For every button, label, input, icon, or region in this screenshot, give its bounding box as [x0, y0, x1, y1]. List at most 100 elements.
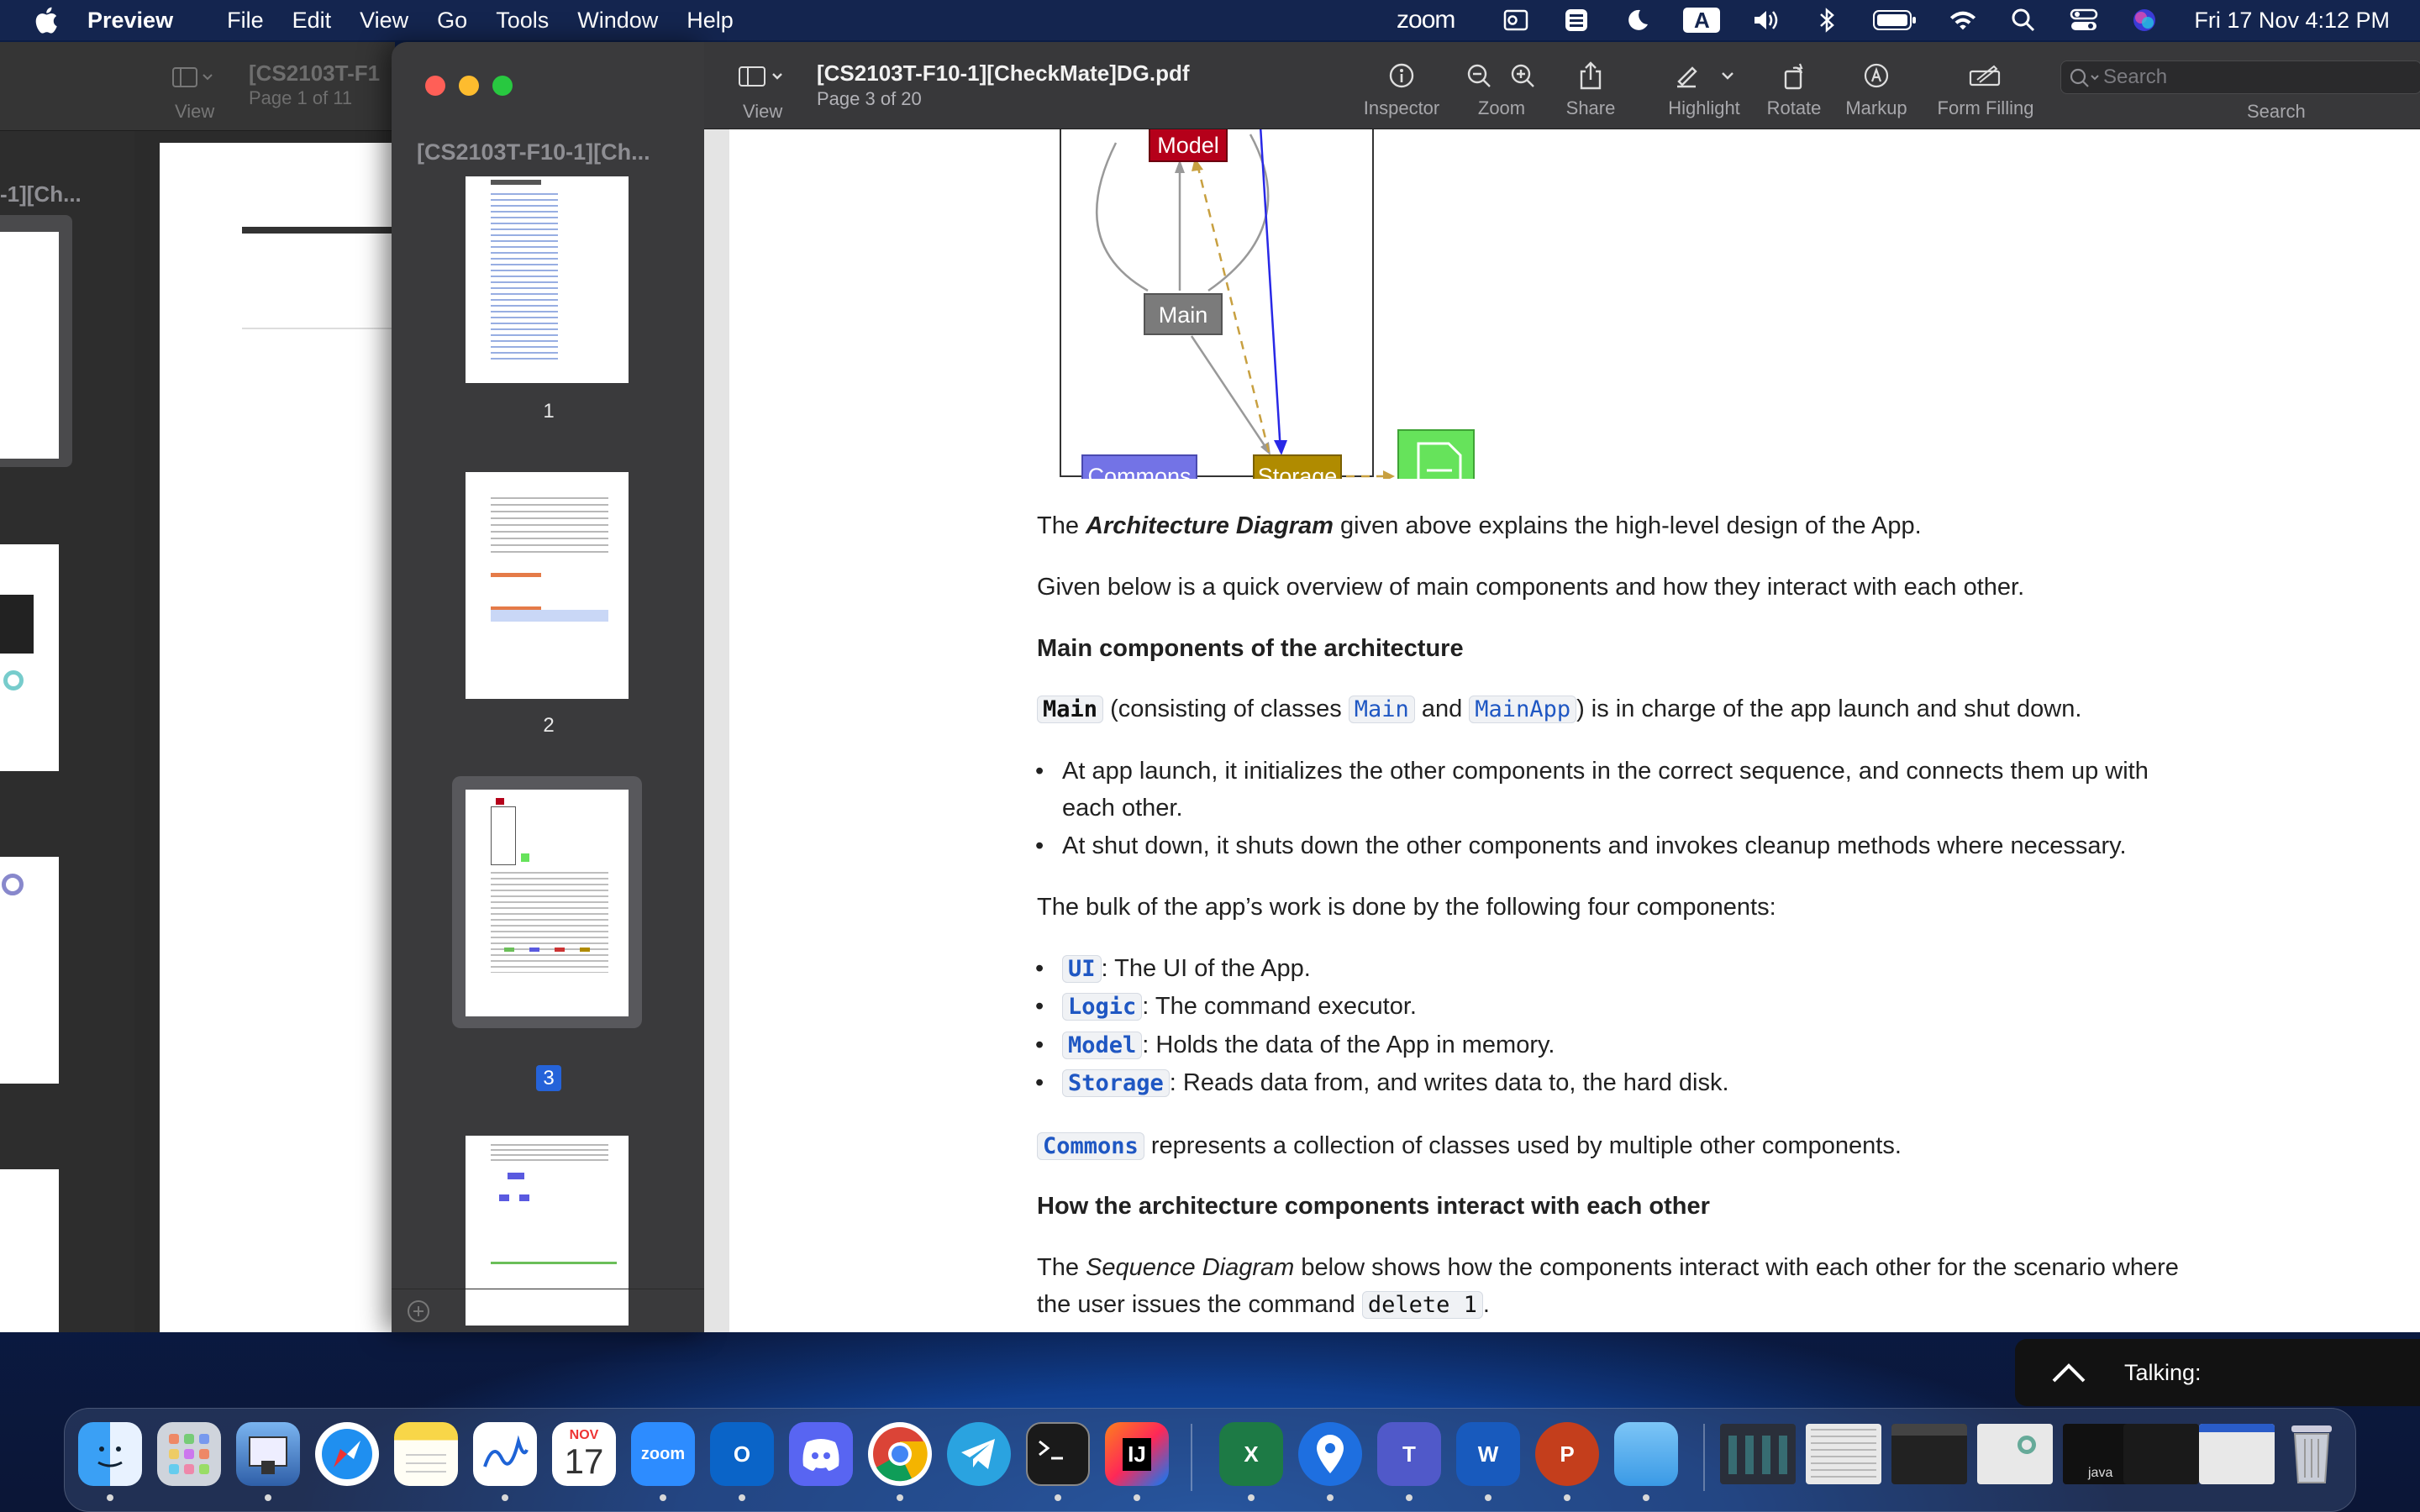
- thumbnail-list[interactable]: 1 2 3: [392, 176, 706, 1326]
- discord-icon[interactable]: [789, 1422, 853, 1486]
- running-indicator: [1055, 1494, 1061, 1501]
- minimized-window-doc-2[interactable]: [1891, 1424, 1967, 1484]
- excel-icon[interactable]: X: [1219, 1422, 1283, 1486]
- running-indicator: [1134, 1494, 1140, 1501]
- control-center-icon[interactable]: [2070, 8, 2098, 33]
- trash-icon[interactable]: [2280, 1422, 2344, 1486]
- freeform-icon[interactable]: [473, 1422, 537, 1486]
- rotate-button[interactable]: Rotate: [1758, 60, 1830, 119]
- bg-thumbnail[interactable]: [0, 1169, 59, 1332]
- menu-app-name[interactable]: Preview: [87, 8, 173, 34]
- highlight-button[interactable]: Highlight: [1652, 60, 1756, 119]
- finder-icon[interactable]: [78, 1422, 142, 1486]
- page-thumbnail-1[interactable]: [466, 176, 629, 383]
- menu-view[interactable]: View: [360, 8, 408, 34]
- running-indicator: [739, 1494, 745, 1501]
- chevron-down-icon[interactable]: [1719, 67, 1736, 84]
- page-number-2: 2: [543, 714, 555, 737]
- outlook-status-icon[interactable]: [1502, 8, 1530, 33]
- running-indicator: [1564, 1494, 1570, 1501]
- menu-help[interactable]: Help: [687, 8, 734, 34]
- telegram-icon[interactable]: [947, 1422, 1011, 1486]
- menu-tools[interactable]: Tools: [496, 8, 549, 34]
- share-button[interactable]: Share: [1555, 60, 1627, 119]
- zoom-app-icon[interactable]: zoom: [631, 1422, 695, 1486]
- volume-icon[interactable]: [1752, 8, 1781, 33]
- word-icon[interactable]: W: [1456, 1422, 1520, 1486]
- search-box[interactable]: [2060, 60, 2420, 94]
- keyboard-grid-icon[interactable]: [1562, 8, 1591, 33]
- bullet-app-launch-line1: At app launch, it initializes the other …: [1062, 758, 2149, 785]
- page-thumbnail-3[interactable]: [466, 790, 629, 1016]
- search-input[interactable]: [2103, 65, 2406, 90]
- zoom-talking-indicator[interactable]: Talking:: [2015, 1339, 2420, 1406]
- intellij-icon[interactable]: IJ: [1105, 1422, 1169, 1486]
- zoom-button[interactable]: [492, 76, 513, 96]
- minimize-button[interactable]: [459, 76, 479, 96]
- input-source-icon[interactable]: A: [1683, 8, 1721, 33]
- bg-sidebar-toggle-icon[interactable]: [171, 66, 213, 89]
- moon-icon[interactable]: [1623, 8, 1651, 33]
- menu-go[interactable]: Go: [437, 8, 467, 34]
- outlook-icon[interactable]: O: [710, 1422, 774, 1486]
- zoom-controls[interactable]: Zoom: [1457, 60, 1546, 119]
- siri-icon[interactable]: [2130, 8, 2159, 33]
- menu-clock[interactable]: Fri 17 Nov 4:12 PM: [2194, 8, 2390, 34]
- markup-button[interactable]: Markup: [1839, 60, 1914, 119]
- zoom-in-icon[interactable]: [1509, 62, 1538, 89]
- bg-thumbnail-sidebar: -1][Ch...: [0, 131, 134, 1332]
- main-toolbar: View [CS2103T-F10-1][CheckMate]DG.pdf Pa…: [704, 42, 2420, 129]
- page-number-1: 1: [543, 400, 555, 423]
- apple-icon[interactable]: [32, 5, 59, 35]
- pdf-page-3[interactable]: Model Main Commons Storage The Architect…: [729, 129, 2420, 1332]
- battery-icon[interactable]: [1873, 8, 1917, 33]
- calendar-icon[interactable]: NOV 17: [552, 1422, 616, 1486]
- bg-thumbnail[interactable]: [0, 544, 59, 771]
- intellij-app-label: IJ: [1123, 1437, 1151, 1471]
- sidebar-toggle-button[interactable]: [738, 64, 785, 89]
- component-model-desc: : Holds the data of the App in memory.: [1142, 1032, 1555, 1058]
- terminal-icon[interactable]: [1026, 1422, 1090, 1486]
- minimized-window-browser[interactable]: [2199, 1424, 2275, 1484]
- search-icon[interactable]: [2009, 8, 2038, 33]
- inspector-button[interactable]: Inspector: [1351, 60, 1452, 119]
- minimized-window-zoom[interactable]: [1720, 1424, 1796, 1484]
- launchpad-icon[interactable]: [157, 1422, 221, 1486]
- wifi-icon[interactable]: [1949, 8, 1977, 33]
- maps-pin-icon[interactable]: [1298, 1422, 1362, 1486]
- teams-icon[interactable]: T: [1377, 1422, 1441, 1486]
- zoom-out-icon[interactable]: [1465, 62, 1494, 89]
- add-page-icon[interactable]: [407, 1299, 430, 1323]
- diagram-file-icon: [1397, 429, 1475, 479]
- preview-app-icon[interactable]: [236, 1422, 300, 1486]
- menu-window[interactable]: Window: [577, 8, 658, 34]
- java-window-label: java: [2088, 1466, 2113, 1480]
- folder-icon[interactable]: [1614, 1422, 1678, 1486]
- menu-edit[interactable]: Edit: [292, 8, 332, 34]
- menu-file[interactable]: File: [227, 8, 264, 34]
- zoom-status-icon[interactable]: zoom: [1397, 6, 1455, 34]
- highlight-label: Highlight: [1668, 97, 1740, 118]
- notes-icon[interactable]: [394, 1422, 458, 1486]
- running-indicator: [1327, 1494, 1334, 1501]
- running-indicator: [1248, 1494, 1255, 1501]
- dock-separator: [1703, 1424, 1705, 1491]
- chevron-up-icon[interactable]: [2050, 1356, 2087, 1389]
- minimized-window-doc-3[interactable]: [1977, 1424, 2053, 1484]
- page-thumbnail-2[interactable]: [466, 472, 629, 699]
- close-button[interactable]: [425, 76, 445, 96]
- running-indicator: [265, 1494, 271, 1501]
- powerpoint-icon[interactable]: P: [1535, 1422, 1599, 1486]
- bg-thumbnail[interactable]: [0, 857, 59, 1084]
- arrowhead-logic-storage: [1274, 440, 1287, 455]
- minimized-window-terminal-2[interactable]: [2123, 1424, 2199, 1484]
- safari-icon[interactable]: [315, 1422, 379, 1486]
- form-filling-button[interactable]: Form Filling: [1931, 60, 2040, 119]
- chrome-icon[interactable]: [868, 1422, 932, 1486]
- bg-thumbnail[interactable]: [0, 232, 59, 459]
- minimized-window-doc-1[interactable]: [1806, 1424, 1881, 1484]
- word-app-label: W: [1477, 1441, 1499, 1467]
- view-label: View: [743, 101, 783, 122]
- bluetooth-icon[interactable]: [1812, 8, 1841, 33]
- inspector-label: Inspector: [1363, 97, 1440, 118]
